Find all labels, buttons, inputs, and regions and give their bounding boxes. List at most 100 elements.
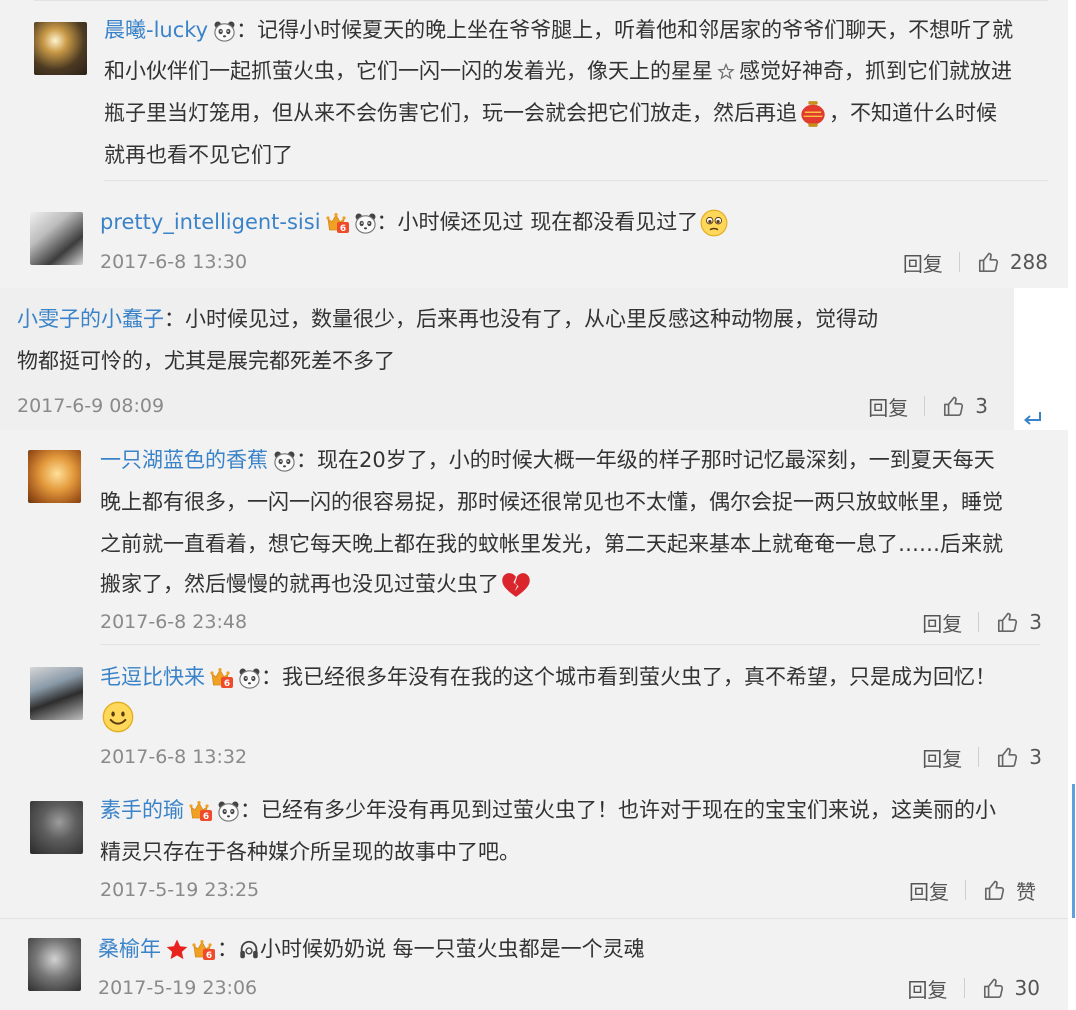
comment-panel-sisi: pretty_intelligent-sisi ：小时候还见过 现在都没看见过了 … xyxy=(0,190,1068,288)
comment-text: 晚上都有很多，一闪一闪的很容易捉，那时候还很常见也不太懂，偶尔会捉一两只放蚊帐里… xyxy=(100,490,1003,514)
vip-crown-icon xyxy=(191,938,217,962)
like-count[interactable]: 30 xyxy=(1015,976,1040,1000)
divider xyxy=(34,0,1048,1)
avatar[interactable] xyxy=(30,801,83,854)
comment-line: pretty_intelligent-sisi ：小时候还见过 现在都没看见过了 xyxy=(100,208,728,237)
return-arrow-icon xyxy=(1023,412,1041,425)
comment-text: 之前就一直看着，想它每天晚上都在我的蚊帐里发光，第二天起来基本上就奄奄一息了……… xyxy=(100,532,1003,556)
comment-panel-sangyu: 桑榆年：小时候奶奶说 每一只萤火虫都是一个灵魂 2017-5-19 23:06 … xyxy=(0,918,1068,1010)
timestamp: 2017-5-19 23:25 xyxy=(100,879,260,901)
username[interactable]: 晨曦-lucky xyxy=(104,18,208,42)
reply-button[interactable]: 回复 xyxy=(908,974,948,1003)
panda-icon xyxy=(217,800,240,823)
like-count[interactable]: 3 xyxy=(1029,745,1042,769)
username[interactable]: 一只湖蓝色的香蕉 xyxy=(100,448,268,472)
avatar[interactable] xyxy=(30,212,83,265)
username[interactable]: 素手的瑜 xyxy=(100,798,184,822)
comment-line: 精灵只存在于各种媒介所呈现的故事中了吧。 xyxy=(100,838,520,866)
comment-line: 和小伙伴们一起抓萤火虫，它们一闪一闪的发着光，像天上的星星 感觉好神奇，抓到它们就… xyxy=(104,57,1012,85)
comment-line: 物都挺可怜的，尤其是展完都死差不多了 xyxy=(17,347,395,375)
like-count[interactable]: 288 xyxy=(1010,250,1048,274)
divider xyxy=(104,180,1048,181)
divider xyxy=(978,612,980,632)
comment-panel-maodou: 毛逗比快来 ：我已经很多年没有在我的这个城市看到萤火虫了，真不希望，只是成为回忆！… xyxy=(0,645,1068,778)
comment-text: 和小伙伴们一起抓萤火虫，它们一闪一闪的发着光，像天上的星星 xyxy=(104,59,713,83)
comment-text: 瓶子里当灯笼用，但从来不会伤害它们，玩一会就会把它们放走，然后再追 xyxy=(104,101,797,125)
thumbs-up-icon[interactable] xyxy=(982,877,1008,903)
username[interactable]: pretty_intelligent-sisi xyxy=(100,210,321,234)
comment-actions: 回复 30 xyxy=(908,973,1040,1003)
username[interactable]: 毛逗比快来 xyxy=(100,665,205,689)
avatar[interactable] xyxy=(30,667,83,720)
avatar[interactable] xyxy=(34,22,87,75)
comment-text: ：小时候见过，数量很少，后来再也没有了，从心里反感这种动物展，觉得动 xyxy=(164,307,878,331)
divider xyxy=(965,880,966,900)
reply-button[interactable]: 回复 xyxy=(922,743,962,772)
comment-panel-chenxi: 晨曦-lucky ：记得小时候夏天的晚上坐在爷爷腿上，听着他和邻居家的爷爷们聊天，… xyxy=(0,0,1068,190)
comment-text: ： xyxy=(217,937,238,961)
reply-button[interactable]: 回复 xyxy=(922,608,962,637)
vip-crown-icon xyxy=(188,799,214,823)
divider xyxy=(978,747,980,767)
sparkle-star-icon xyxy=(717,63,735,81)
comment-line: 晨曦-lucky ：记得小时候夏天的晚上坐在爷爷腿上，听着他和邻居家的爷爷们聊天，… xyxy=(104,16,1013,44)
headphones-icon xyxy=(238,939,260,961)
star-icon xyxy=(165,938,189,962)
comment-actions: 回复 赞 xyxy=(909,875,1036,905)
comment-line: 桑榆年 ： 小时候奶奶说 每一只萤火虫都是一个灵魂 xyxy=(98,935,645,963)
comment-text: ：我已经很多年没有在我的这个城市看到萤火虫了，真不希望，只是成为回忆！ xyxy=(261,665,996,689)
comment-line: 一只湖蓝色的香蕉 ：现在20岁了，小的时候大概一年级的样子那时记忆最深刻，一到夏天… xyxy=(100,446,995,474)
vip-crown-icon xyxy=(325,211,351,235)
reply-button[interactable]: 回复 xyxy=(909,876,949,905)
panda-icon xyxy=(354,212,377,235)
comment-line: 瓶子里当灯笼用，但从来不会伤害它们，玩一会就会把它们放走，然后再追 ，不知道什么时… xyxy=(104,99,997,128)
comment-text: 搬家了，然后慢慢的就再也没见过萤火虫了 xyxy=(100,572,499,596)
divider xyxy=(0,918,1068,919)
comment-text: 小时候奶奶说 每一只萤火虫都是一个灵魂 xyxy=(260,937,645,961)
panda-icon xyxy=(238,667,261,690)
comment-actions: 回复 3 xyxy=(922,607,1042,637)
divider xyxy=(958,252,960,272)
divider xyxy=(963,978,965,998)
avatar[interactable] xyxy=(28,450,81,503)
comment-text: ：小时候还见过 现在都没看见过了 xyxy=(376,210,699,234)
panda-icon xyxy=(213,20,236,43)
lantern-icon xyxy=(799,100,827,128)
timestamp: 2017-6-8 13:32 xyxy=(100,746,248,768)
comment-actions: 回复 3 xyxy=(868,391,988,421)
username[interactable]: 小雯子的小蠢子 xyxy=(17,307,164,331)
reply-button[interactable]: 回复 xyxy=(868,392,908,421)
reply-button[interactable]: 回复 xyxy=(903,248,943,277)
comment-actions: 回复 288 xyxy=(903,247,1048,277)
comment-actions: 回复 3 xyxy=(922,742,1042,772)
comment-line: 小雯子的小蠢子：小时候见过，数量很少，后来再也没有了，从心里反感这种动物展，觉得… xyxy=(17,305,878,333)
comment-text: 就再也看不见它们了 xyxy=(104,143,293,167)
comment-text: 物都挺可怜的，尤其是展完都死差不多了 xyxy=(17,349,395,373)
comment-line: 就再也看不见它们了 xyxy=(104,141,293,169)
comment-text: ：记得小时候夏天的晚上坐在爷爷腿上，听着他和邻居家的爷爷们聊天，不想听了就 xyxy=(236,18,1014,42)
comment-text: ，不知道什么时候 xyxy=(829,101,997,125)
comment-panel-banana: 一只湖蓝色的香蕉 ：现在20岁了，小的时候大概一年级的样子那时记忆最深刻，一到夏天… xyxy=(0,430,1068,645)
comment-line: 毛逗比快来 ：我已经很多年没有在我的这个城市看到萤火虫了，真不希望，只是成为回忆！ xyxy=(100,663,996,691)
thumbs-up-icon[interactable] xyxy=(995,744,1021,770)
comment-text: 感觉好神奇，抓到它们就放进 xyxy=(739,59,1012,83)
comment-line: 之前就一直看着，想它每天晚上都在我的蚊帐里发光，第二天起来基本上就奄奄一息了……… xyxy=(100,530,1003,558)
avatar[interactable] xyxy=(28,938,81,991)
like-count[interactable]: 3 xyxy=(975,394,988,418)
thumbs-up-icon[interactable] xyxy=(995,609,1021,635)
comment-text: ：现在20岁了，小的时候大概一年级的样子那时记忆最深刻，一到夏天每天 xyxy=(296,448,995,472)
like-count[interactable]: 赞 xyxy=(1016,876,1036,905)
thumbs-up-icon[interactable] xyxy=(981,975,1007,1001)
scroll-indicator[interactable] xyxy=(1072,784,1075,918)
timestamp: 2017-6-8 23:48 xyxy=(100,611,248,633)
comment-panel-highlighted: 小雯子的小蠢子：小时候见过，数量很少，后来再也没有了，从心里反感这种动物展，觉得… xyxy=(0,288,1014,430)
username[interactable]: 桑榆年 xyxy=(98,937,161,961)
comment-line: 搬家了，然后慢慢的就再也没见过萤火虫了 xyxy=(100,570,531,599)
timestamp: 2017-6-9 08:09 xyxy=(17,395,165,417)
thumbs-up-icon[interactable] xyxy=(976,249,1002,275)
thumbs-up-icon[interactable] xyxy=(941,393,967,419)
like-count[interactable]: 3 xyxy=(1029,610,1042,634)
sad-emoji-icon xyxy=(700,209,728,237)
timestamp: 2017-5-19 23:06 xyxy=(98,977,258,999)
smile-emoji-icon xyxy=(102,701,134,733)
